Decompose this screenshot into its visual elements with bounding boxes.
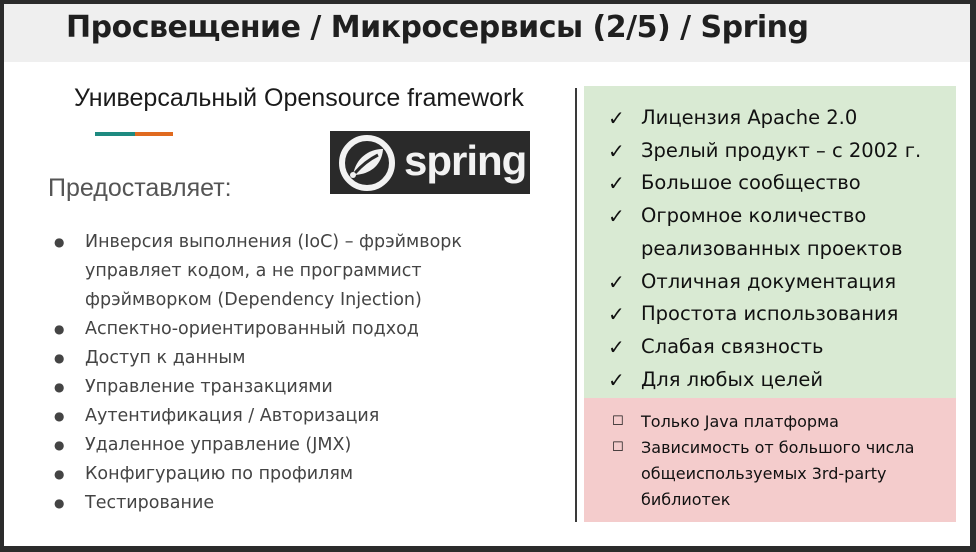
cons-list: ☐ Только Java платформа ☐ Зависимость от б… — [606, 409, 914, 513]
bullet-icon: ● — [54, 438, 65, 452]
list-item: реализованных проектов — [606, 233, 921, 266]
feature-text: управляет кодом, а не программист — [85, 261, 422, 281]
slide-title: Просвещение / Микросервисы (2/5) / Sprin… — [66, 10, 809, 45]
feature-text: Аутентификация / Авторизация — [85, 406, 380, 426]
check-icon: ✓ — [608, 204, 625, 229]
bullet-icon: ● — [54, 380, 65, 394]
accent-line-teal — [95, 132, 135, 136]
subtitle: Универсальный Opensource framework — [74, 84, 524, 112]
list-item: управляет кодом, а не программист — [48, 257, 462, 286]
list-item: ☐ Только Java платформа — [606, 409, 914, 435]
bullet-icon: ● — [54, 467, 65, 481]
con-text: общеиспользуемых 3rd-party — [641, 464, 887, 483]
list-item: ✓ Для любых целей — [606, 364, 921, 397]
list-item: ✓ Слабая связность — [606, 331, 921, 364]
pro-text: Для любых целей — [641, 367, 824, 391]
checkbox-icon: ☐ — [612, 414, 624, 429]
con-text: Только Java платформа — [641, 412, 839, 431]
pro-text: Отличная документация — [641, 269, 897, 293]
feature-text: Конфигурацию по профилям — [85, 464, 354, 484]
list-item: ● Аутентификация / Авторизация — [48, 402, 462, 431]
pro-text: реализованных проектов — [641, 236, 903, 260]
feature-text: Аспектно-ориентированный подход — [85, 319, 419, 339]
slide: Просвещение / Микросервисы (2/5) / Sprin… — [4, 4, 970, 546]
spring-leaf-icon — [339, 135, 395, 191]
list-item: фрэймворком (Dependency Injection) — [48, 286, 462, 315]
bullet-icon: ● — [54, 322, 65, 336]
list-item: ✓ Зрелый продукт – с 2002 г. — [606, 135, 921, 168]
pro-text: Огромное количество — [641, 204, 867, 228]
features-list: ● Инверсия выполнения (IoC) – фрэймворк у… — [48, 228, 462, 518]
check-icon: ✓ — [608, 138, 625, 163]
provides-label: Предоставляет: — [48, 174, 232, 202]
list-item: ● Управление транзакциями — [48, 373, 462, 402]
list-item: ✓ Большое сообщество — [606, 167, 921, 200]
list-item: ● Удаленное управление (JMX) — [48, 431, 462, 460]
list-item: библиотек — [606, 487, 914, 513]
accent-line-orange — [135, 132, 173, 136]
check-icon: ✓ — [608, 106, 625, 130]
list-item: ● Доступ к данным — [48, 344, 462, 373]
check-icon: ✓ — [608, 334, 625, 359]
checkbox-icon: ☐ — [612, 440, 624, 455]
pro-text: Лицензия Apache 2.0 — [641, 106, 858, 129]
pro-text: Простота использования — [641, 302, 899, 326]
list-item: ✓ Простота использования — [606, 298, 921, 331]
feature-text: Тестирование — [85, 493, 215, 513]
feature-text: фрэймворком (Dependency Injection) — [85, 290, 422, 310]
bullet-icon: ● — [54, 409, 65, 423]
list-item: ☐ Зависимость от большого числа — [606, 435, 914, 461]
bullet-icon: ● — [54, 351, 65, 365]
con-text: Зависимость от большого числа — [641, 438, 915, 457]
feature-text: Доступ к данным — [85, 348, 246, 368]
bullet-icon: ● — [54, 235, 65, 249]
pro-text: Слабая связность — [641, 334, 824, 358]
check-icon: ✓ — [608, 302, 625, 327]
spring-logo-text: spring — [404, 137, 527, 184]
list-item: ✓ Лицензия Apache 2.0 — [606, 102, 921, 135]
bullet-icon: ● — [54, 496, 65, 510]
list-item: ✓ Огромное количество — [606, 200, 921, 233]
pros-list: ✓ Лицензия Apache 2.0 ✓ Зрелый продукт – с… — [606, 102, 921, 396]
list-item: общеиспользуемых 3rd-party — [606, 461, 914, 487]
spring-logo: spring — [330, 131, 530, 194]
column-divider — [575, 88, 577, 522]
feature-text: Управление транзакциями — [85, 377, 333, 397]
con-text: библиотек — [641, 490, 731, 509]
pro-text: Зрелый продукт – с 2002 г. — [641, 138, 922, 162]
list-item: ● Аспектно-ориентированный подход — [48, 315, 462, 344]
check-icon: ✓ — [608, 367, 625, 392]
feature-text: Инверсия выполнения (IoC) – фрэймворк — [85, 232, 462, 252]
check-icon: ✓ — [608, 269, 625, 294]
slide-header: Просвещение / Микросервисы (2/5) / Sprin… — [4, 4, 970, 62]
check-icon: ✓ — [608, 171, 625, 196]
list-item: ✓ Отличная документация — [606, 266, 921, 299]
pro-text: Большое сообщество — [641, 171, 861, 195]
list-item: ● Инверсия выполнения (IoC) – фрэймворк — [48, 228, 462, 257]
list-item: ● Конфигурацию по профилям — [48, 460, 462, 489]
feature-text: Удаленное управление (JMX) — [85, 435, 352, 455]
list-item: ● Тестирование — [48, 489, 462, 518]
